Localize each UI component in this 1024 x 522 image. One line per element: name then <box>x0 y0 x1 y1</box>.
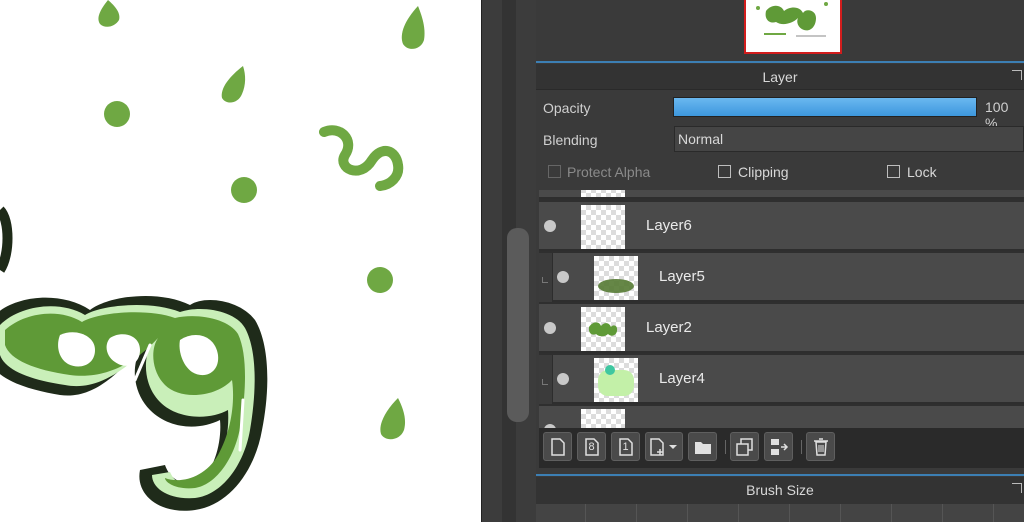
navigator-preview-art <box>756 2 828 37</box>
lock-label: Lock <box>907 164 937 180</box>
protect-alpha-checkbox[interactable] <box>548 165 561 178</box>
layer-panel-header: Layer <box>536 64 1024 90</box>
visibility-eye-icon[interactable] <box>544 220 556 232</box>
clip-arrow-icon <box>542 379 548 385</box>
brush-size-cell[interactable] <box>791 504 841 522</box>
bit8-label: 8 <box>588 441 595 453</box>
drawing-canvas[interactable] <box>0 0 481 522</box>
bit1-label: 1 <box>622 441 629 453</box>
blending-mode-select[interactable]: Normal <box>674 126 1024 152</box>
new-8bit-layer-button[interactable]: 8 <box>577 432 606 461</box>
delete-layer-button[interactable] <box>806 432 835 461</box>
blending-label: Blending <box>543 132 598 148</box>
layer-row-partial-top[interactable] <box>539 190 1024 199</box>
brush-size-cell[interactable] <box>587 504 637 522</box>
canvas-artwork <box>0 0 425 511</box>
expand-icon[interactable] <box>1012 483 1022 493</box>
delete-layer-icon <box>813 438 828 456</box>
layer-name: Layer6 <box>646 217 692 234</box>
canvas-scroll-gutter <box>481 0 536 522</box>
layer-name: Layer5 <box>659 268 705 285</box>
brush-size-panel-header: Brush Size <box>536 477 1024 504</box>
layer-thumbnail <box>581 205 625 249</box>
new-folder-icon <box>694 442 711 454</box>
duplicate-layer-button[interactable] <box>730 432 759 461</box>
protect-alpha-label: Protect Alpha <box>567 164 651 180</box>
layer2-thumb-art <box>588 322 618 337</box>
layer-thumbnail <box>581 307 625 351</box>
layer-thumbnail <box>594 256 638 300</box>
navigator-preview[interactable] <box>744 0 842 54</box>
layer5-thumb-art <box>598 279 634 293</box>
opacity-slider-fill <box>674 98 976 116</box>
opacity-slider[interactable] <box>673 97 977 117</box>
clipping-checkbox[interactable] <box>718 165 731 178</box>
expand-icon[interactable] <box>1012 70 1022 80</box>
vertical-scrollbar-thumb[interactable] <box>507 228 529 422</box>
layer-name: Layer2 <box>646 319 692 336</box>
brush-size-cell[interactable] <box>638 504 688 522</box>
new-folder-button[interactable] <box>688 432 717 461</box>
clipping-indicator <box>539 253 553 302</box>
layer-toolbar: 8 1 <box>539 428 1024 468</box>
brush-size-cell[interactable] <box>944 504 994 522</box>
opacity-label: Opacity <box>543 100 591 116</box>
navigator-panel <box>536 0 1024 60</box>
layer-row-partial-bottom[interactable] <box>539 406 1024 428</box>
layer-thumbnail <box>581 409 625 428</box>
clipping-label: Clipping <box>738 164 789 180</box>
brush-size-cell[interactable] <box>689 504 739 522</box>
lock-checkbox[interactable] <box>887 165 900 178</box>
layer-thumbnail <box>594 358 638 402</box>
visibility-eye-icon[interactable] <box>544 322 556 334</box>
layer-row[interactable]: Layer2 <box>539 304 1024 353</box>
brush-size-title: Brush Size <box>746 482 814 498</box>
layer-name: Layer4 <box>659 370 705 387</box>
layer-panel-title: Layer <box>762 69 798 85</box>
right-panel: Layer Opacity 100 % Blending Normal Prot… <box>536 0 1024 522</box>
layer-row[interactable]: Layer4 <box>539 355 1024 404</box>
add-layer-menu-button[interactable] <box>645 432 683 461</box>
brush-size-cell[interactable] <box>536 504 586 522</box>
clipping-indicator <box>539 355 553 404</box>
layer-row[interactable]: Layer5 <box>539 253 1024 302</box>
layer4-thumb-art <box>598 365 634 396</box>
layer-row[interactable]: Layer6 <box>539 202 1024 251</box>
merge-down-icon <box>770 439 788 455</box>
brush-size-cell[interactable] <box>740 504 790 522</box>
blending-mode-value: Normal <box>678 131 724 147</box>
toolbar-separator <box>801 440 802 454</box>
new-layer-button[interactable] <box>543 432 572 461</box>
panel-divider <box>536 61 1024 63</box>
layer-thumbnail <box>581 190 625 197</box>
new-1bit-layer-button[interactable]: 1 <box>611 432 640 461</box>
brush-size-cell[interactable] <box>842 504 892 522</box>
new-layer-icon <box>550 438 565 456</box>
add-layer-menu-icon <box>650 438 677 456</box>
clip-arrow-icon <box>542 277 548 283</box>
brush-size-cell[interactable] <box>893 504 943 522</box>
visibility-eye-icon[interactable] <box>557 271 569 283</box>
layer-list: Layer6 Layer5 Layer2 Layer4 <box>539 190 1024 428</box>
brush-size-grid <box>536 504 1024 522</box>
panel-divider <box>536 474 1024 476</box>
visibility-eye-icon[interactable] <box>557 373 569 385</box>
toolbar-separator <box>725 440 726 454</box>
merge-down-button[interactable] <box>764 432 793 461</box>
duplicate-layer-icon <box>735 438 753 456</box>
